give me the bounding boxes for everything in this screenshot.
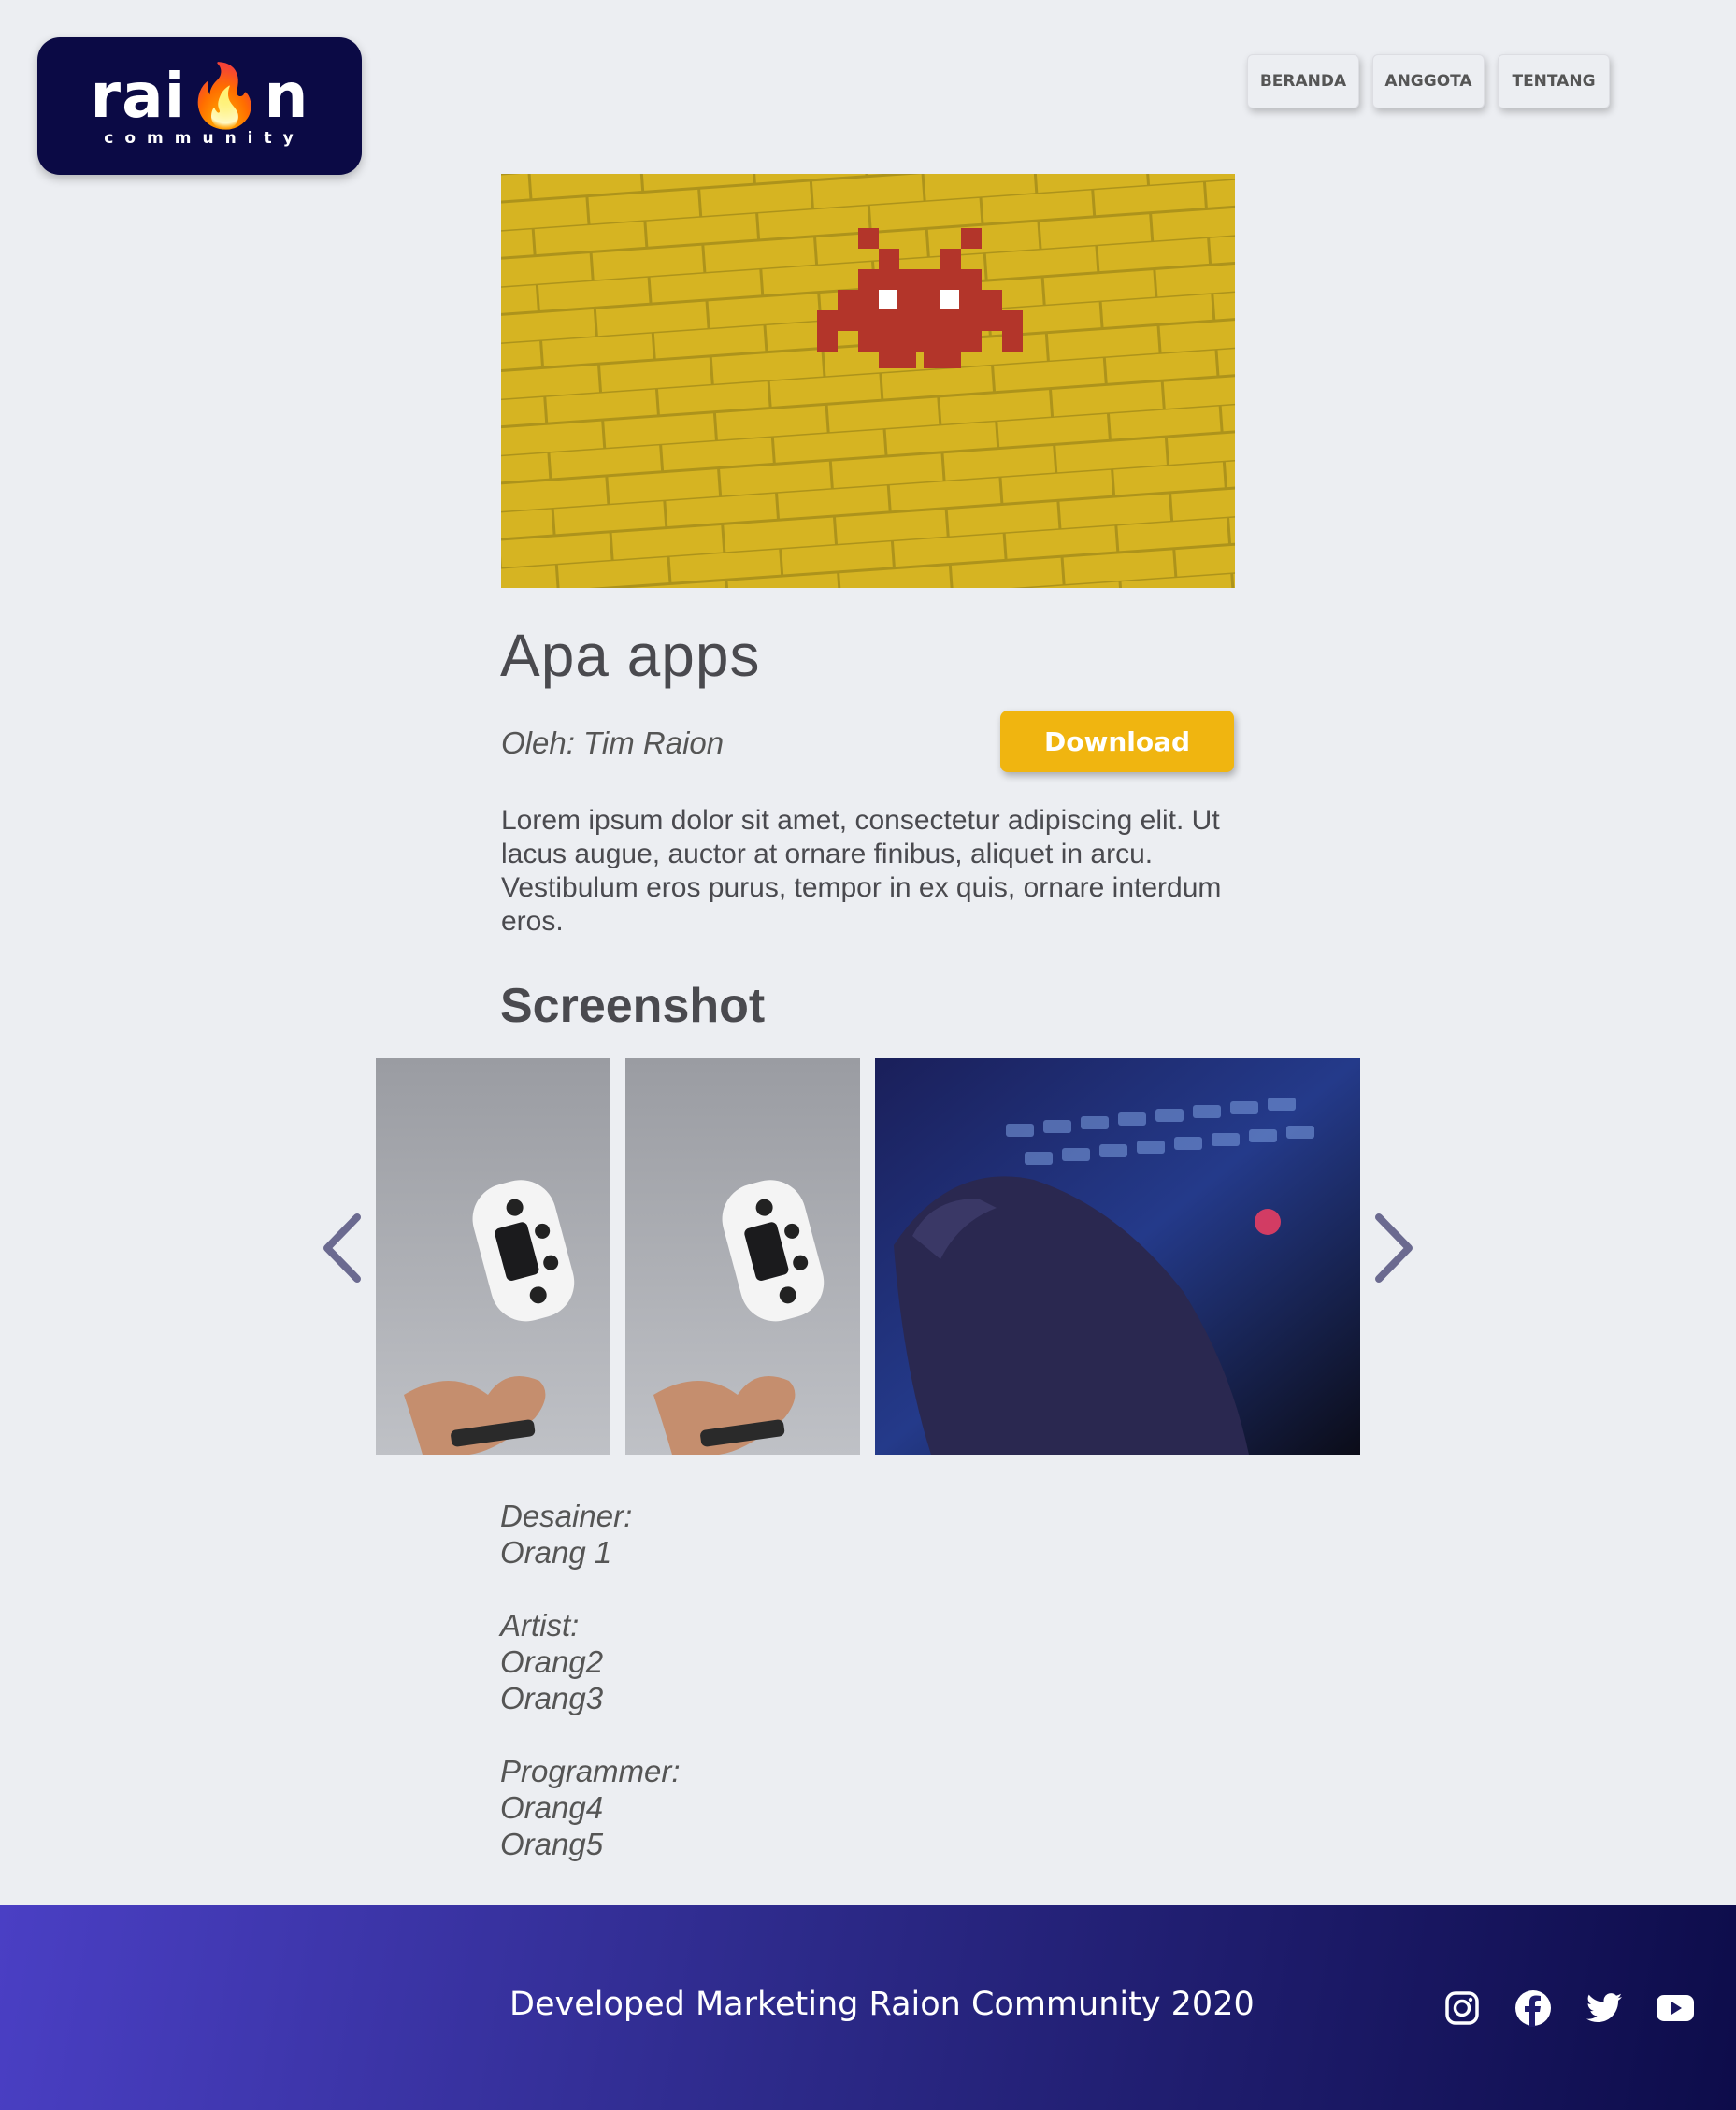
artist-name: Orang2 bbox=[500, 1644, 604, 1679]
logo[interactable]: rai🔥n community bbox=[37, 37, 362, 175]
programmer-name: Orang5 bbox=[500, 1827, 604, 1861]
app-title: Apa apps bbox=[500, 622, 761, 689]
programmer-label: Programmer: bbox=[500, 1754, 681, 1788]
footer-text: Developed Marketing Raion Community 2020 bbox=[509, 1986, 1255, 2023]
designer-name: Orang 1 bbox=[500, 1535, 612, 1570]
designer-label: Desainer: bbox=[500, 1499, 633, 1533]
nav-beranda-button[interactable]: BERANDA bbox=[1247, 54, 1359, 108]
top-nav: BERANDA ANGGOTA TENTANG bbox=[1247, 54, 1610, 108]
chevron-right-icon[interactable] bbox=[1367, 1206, 1423, 1290]
instagram-icon[interactable] bbox=[1443, 1989, 1481, 2027]
screenshot-heading: Screenshot bbox=[500, 979, 766, 1033]
chevron-left-icon[interactable] bbox=[313, 1206, 369, 1290]
download-button[interactable]: Download bbox=[1000, 711, 1234, 772]
artist-label: Artist: bbox=[500, 1608, 580, 1643]
nav-tentang-button[interactable]: TENTANG bbox=[1498, 54, 1610, 108]
logo-wordmark: rai🔥n bbox=[90, 59, 309, 132]
programmer-name: Orang4 bbox=[500, 1790, 604, 1825]
hero-image bbox=[501, 174, 1235, 588]
youtube-icon[interactable] bbox=[1657, 1989, 1694, 2027]
credits-designer: Desainer: Orang 1 bbox=[500, 1498, 681, 1571]
twitter-icon[interactable] bbox=[1585, 1989, 1623, 2027]
screenshot-thumbnail[interactable] bbox=[875, 1058, 1360, 1455]
screenshot-thumbnail[interactable] bbox=[376, 1058, 610, 1455]
credits: Desainer: Orang 1 Artist: Orang2 Orang3 … bbox=[500, 1498, 681, 1899]
flame-icon: 🔥 bbox=[186, 59, 265, 132]
app-author: Oleh: Tim Raion bbox=[501, 725, 725, 760]
credits-programmer: Programmer: Orang4 Orang5 bbox=[500, 1753, 681, 1862]
facebook-icon[interactable] bbox=[1514, 1989, 1552, 2027]
credits-artist: Artist: Orang2 Orang3 bbox=[500, 1607, 681, 1716]
artist-name: Orang3 bbox=[500, 1681, 604, 1715]
nav-anggota-button[interactable]: ANGGOTA bbox=[1372, 54, 1485, 108]
app-description: Lorem ipsum dolor sit amet, consectetur … bbox=[501, 805, 1222, 937]
screenshot-thumbnail[interactable] bbox=[625, 1058, 860, 1455]
logo-subtitle: community bbox=[104, 128, 305, 148]
